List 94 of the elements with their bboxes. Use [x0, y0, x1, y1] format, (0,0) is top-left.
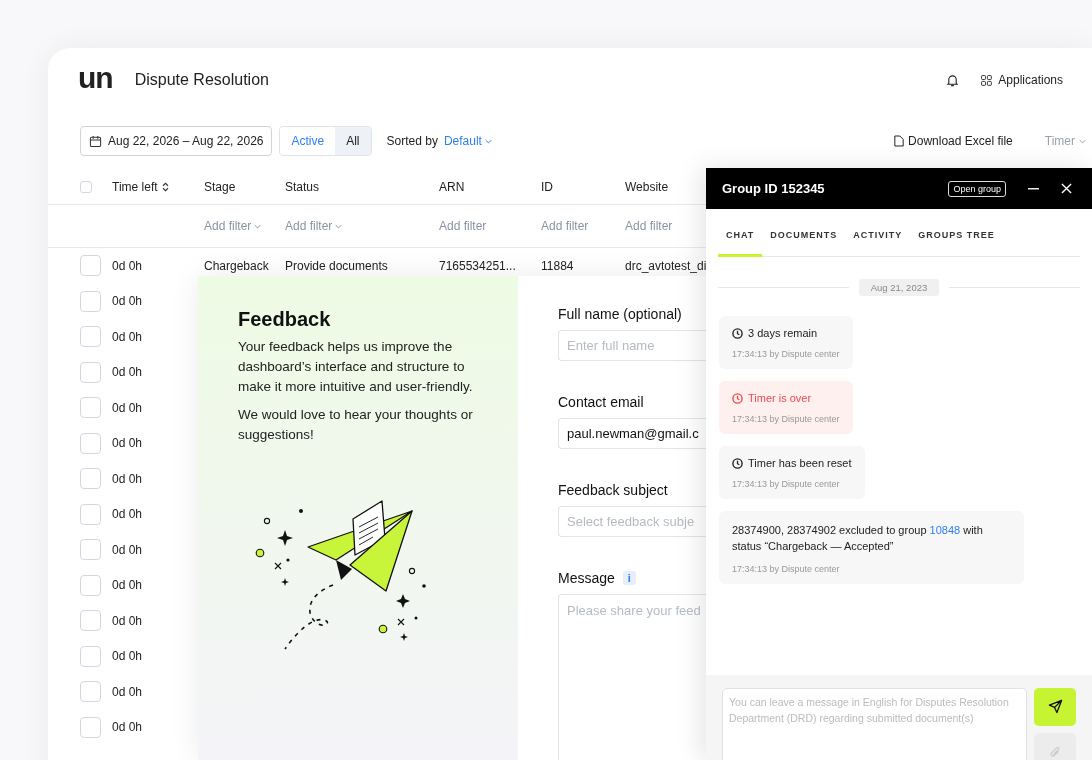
table-cell-text: 0d 0h: [112, 471, 144, 486]
table-cell-text: 0d 0h: [112, 436, 144, 451]
group-link[interactable]: 10848: [929, 524, 961, 536]
table-cell-text: 0d 0h: [112, 613, 144, 628]
sort-dropdown[interactable]: Default: [443, 134, 492, 148]
message-meta: 17:34:13 by Dispute center: [732, 414, 840, 424]
chat-tab[interactable]: ACTIVITY: [845, 218, 911, 257]
close-icon[interactable]: [1061, 183, 1072, 194]
message-text: 3 days remain: [748, 327, 818, 339]
row-checkbox[interactable]: [80, 255, 101, 277]
clock-icon: [732, 327, 743, 339]
input-field[interactable]: Enter full name: [558, 330, 706, 361]
caret-icon: [335, 223, 343, 229]
grid-icon: [981, 74, 993, 86]
column-header[interactable]: Stage: [204, 180, 236, 194]
applications-button[interactable]: Applications: [981, 73, 1063, 87]
table-cell-text: drc_avtotest_di: [625, 258, 708, 273]
sort-icon: [161, 182, 169, 192]
table-cell-text: 0d 0h: [112, 649, 144, 664]
field-label: Message: [558, 570, 615, 586]
field-label: Contact email: [558, 394, 644, 410]
message-meta: 17:34:13 by Dispute center: [732, 564, 841, 574]
row-checkbox[interactable]: [80, 361, 101, 383]
table-cell-text: 0d 0h: [112, 507, 144, 522]
clock-icon: [732, 392, 743, 404]
feedback-title: Feedback: [238, 308, 332, 331]
column-header[interactable]: ID: [541, 180, 553, 194]
calendar-icon: [89, 134, 102, 148]
message-field[interactable]: Please share your feed: [558, 594, 706, 760]
row-checkbox[interactable]: [80, 503, 101, 525]
sort-label: Sorted by: [386, 134, 438, 148]
select-field[interactable]: Select feedback subje: [558, 506, 706, 537]
minimize-icon[interactable]: [1028, 187, 1039, 190]
table-cell-text: 0d 0h: [112, 542, 144, 557]
column-header[interactable]: ARN: [439, 180, 465, 194]
paperclip-icon: [1048, 746, 1062, 760]
input-field[interactable]: paul.newman@gmail.c: [558, 418, 706, 449]
feedback-text: Your feedback helps us improve the dashboard’s interface and structure to make it more intuitive and user-friendly.: [238, 338, 474, 396]
caret-icon: [1079, 138, 1086, 144]
filter-tab[interactable]: All: [335, 127, 371, 155]
row-checkbox[interactable]: [80, 539, 101, 561]
caret-icon: [484, 138, 492, 144]
chat-tab[interactable]: CHAT: [718, 218, 763, 257]
open-group-button[interactable]: Open group: [948, 180, 1006, 197]
row-checkbox[interactable]: [80, 326, 101, 348]
table-cell-text: 0d 0h: [112, 258, 144, 273]
page-title: Dispute Resolution: [134, 71, 269, 89]
message-meta: 17:34:13 by Dispute center: [732, 479, 841, 489]
row-checkbox[interactable]: [80, 574, 101, 596]
table-cell-text: 0d 0h: [112, 684, 144, 699]
attach-button[interactable]: [1034, 732, 1076, 760]
file-icon: [894, 135, 905, 147]
message-text: Timer has been reset: [748, 457, 852, 469]
field-label: Feedback subject: [558, 482, 668, 498]
message-input[interactable]: You can leave a message in English for Disputes Resolution Department (DRD) regarding submitted document(s): [722, 688, 1027, 760]
row-checkbox[interactable]: [80, 645, 101, 667]
table-cell-text: 11884: [541, 258, 575, 273]
row-checkbox[interactable]: [80, 397, 101, 419]
message-text: Timer is over: [748, 392, 812, 404]
date-badge: Aug 21, 2023: [858, 279, 940, 296]
table-cell-text: Provide documents: [285, 258, 389, 273]
table-cell-text: 0d 0h: [112, 329, 144, 344]
row-checkbox[interactable]: [80, 290, 101, 312]
row-checkbox[interactable]: [80, 432, 101, 454]
date-range-picker[interactable]: Aug 22, 2026 – Aug 22, 2026: [80, 126, 273, 156]
send-icon: [1047, 699, 1063, 715]
caret-icon: [254, 223, 262, 229]
message-meta: 17:34:13 by Dispute center: [732, 349, 840, 359]
table-cell-text: 0d 0h: [112, 578, 144, 593]
chat-title: Group ID 152345: [722, 181, 826, 196]
message-text: 28374900, 28374902 excluded to group 10848 with status “Chargeback — Accepted”: [732, 524, 983, 552]
chat-tab[interactable]: DOCUMENTS: [762, 218, 846, 257]
bell-icon[interactable]: [946, 73, 960, 87]
row-checkbox[interactable]: [80, 468, 101, 490]
table-cell-text: Chargeback: [204, 258, 270, 273]
row-checkbox[interactable]: [80, 716, 101, 738]
field-label: Full name (optional): [558, 306, 682, 322]
row-checkbox[interactable]: [80, 681, 101, 703]
send-button[interactable]: [1034, 688, 1076, 726]
table-cell-text: 0d 0h: [112, 365, 144, 380]
chat-tab[interactable]: GROUPS TREE: [910, 218, 1003, 257]
row-checkbox[interactable]: [80, 610, 101, 632]
download-button[interactable]: Download Excel file: [894, 134, 1013, 148]
table-cell-text: 0d 0h: [112, 720, 144, 735]
table-cell-text: 7165534251...: [439, 258, 517, 273]
clock-icon: [732, 457, 743, 469]
column-header[interactable]: Time left: [112, 180, 169, 194]
feedback-text: We would love to hear your thoughts or suggestions!: [238, 406, 474, 444]
table-cell-text: 0d 0h: [112, 400, 144, 415]
table-cell-text: 0d 0h: [112, 294, 144, 309]
column-header[interactable]: Website: [625, 180, 669, 194]
select-all-checkbox[interactable]: [80, 181, 92, 193]
column-header[interactable]: Status: [285, 180, 320, 194]
logo: un: [78, 63, 113, 93]
